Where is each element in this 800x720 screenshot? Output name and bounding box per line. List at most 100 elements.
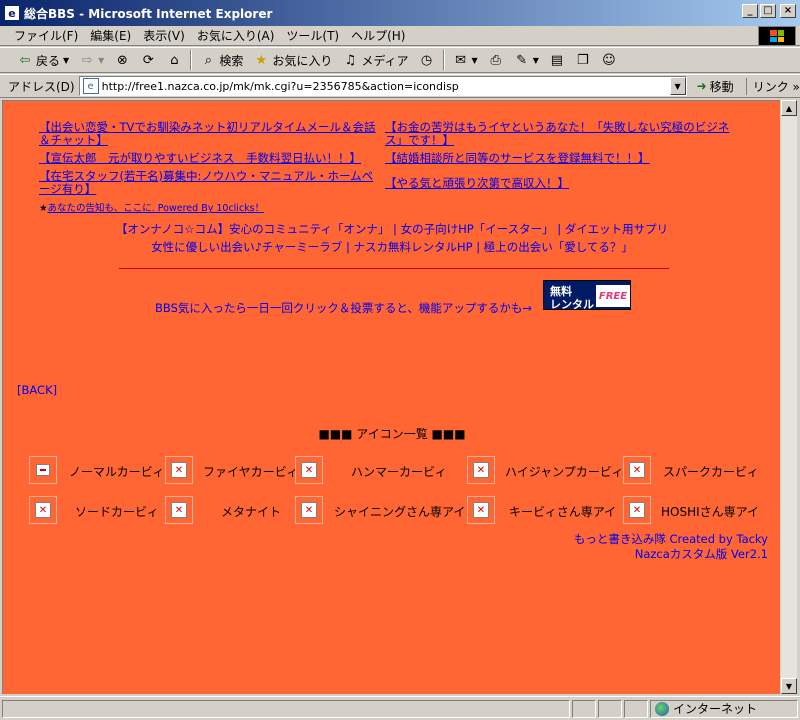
toolbar: ⇦ 戻る ▼ ⇨ ▼ ⊗ ⟳ ⌂ ⌕ 検索 ★ お気に入り ♫ メディア ◷ ✉…: [0, 47, 800, 73]
messenger-button[interactable]: ☺: [596, 49, 622, 71]
promo-line-2[interactable]: 女性に優しい出会い♪チャーミーラブ | ナスカ無料レンタルHP | 極上の出会い…: [3, 240, 780, 254]
stop-button[interactable]: ⊗: [109, 49, 135, 71]
favorites-button[interactable]: ★ お気に入り: [248, 49, 337, 71]
broken-image-icon: ✕: [473, 502, 489, 518]
ad-right-3-text[interactable]: 【やる気と頑張り次第で高収入！】: [385, 176, 569, 190]
credit-block: もっと書き込み隊 Created by Tacky Nazcaカスタム版 Ver…: [574, 532, 768, 562]
zone-pane: インターネット: [650, 699, 798, 718]
links-button[interactable]: リンク »: [745, 77, 800, 95]
close-button[interactable]: ×: [780, 4, 796, 18]
print-icon: ⎙: [490, 52, 501, 68]
credit-line-2[interactable]: Nazcaカスタム版 Ver2.1: [574, 547, 768, 562]
ad-right-2-text[interactable]: 【結婚相談所と同等のサービスを登録無料で！！】: [385, 151, 650, 165]
menu-favorites[interactable]: お気に入り(A): [191, 27, 281, 44]
refresh-button[interactable]: ⟳: [135, 49, 161, 71]
bbs-vote-text[interactable]: BBS気に入ったら一日一回クリック＆投票すると、機能アップするかも→: [155, 300, 532, 316]
scroll-down-icon[interactable]: ▼: [781, 678, 797, 694]
icon-image-fire: ✕: [165, 456, 193, 484]
ad-right-3[interactable]: 【やる気と頑張り次第で高収入！】: [385, 177, 730, 190]
status-text-pane: [2, 699, 570, 718]
icon-label: ハンマーカービィ: [351, 465, 447, 479]
ad-left-3[interactable]: 【在宅スタッフ(若干名)募集中:ノウハウ・マニュアル・ホームページ有り】: [39, 170, 384, 196]
address-input[interactable]: e http://free1.nazca.co.jp/mk/mk.cgi?u=2…: [78, 76, 687, 96]
home-icon: ⌂: [170, 52, 179, 68]
media-button[interactable]: ♫ メディア: [337, 49, 413, 71]
home-button[interactable]: ⌂: [161, 49, 187, 71]
back-button[interactable]: ⇦ 戻る ▼: [12, 49, 74, 71]
vertical-scrollbar[interactable]: ▲ ▼: [780, 100, 797, 694]
go-arrow-icon: ➜: [696, 79, 707, 93]
go-button[interactable]: ➜ 移動: [697, 78, 734, 95]
research-icon: ❐: [577, 52, 589, 68]
minimize-button[interactable]: _: [742, 4, 758, 18]
edit-icon: ✎: [516, 52, 528, 68]
ad-left-2[interactable]: 【宣伝太郎 元が取りやすいビジネス 手数料翌日払い！！】: [39, 152, 384, 165]
media-icon: ♫: [344, 52, 357, 68]
status-pane: [598, 699, 622, 718]
menu-file[interactable]: ファイル(F): [8, 27, 84, 44]
broken-image-icon: ✕: [171, 502, 187, 518]
icon-image-sword: ✕: [29, 496, 57, 524]
ad-right-2[interactable]: 【結婚相談所と同等のサービスを登録無料で！！】: [385, 152, 730, 165]
ad-left-3-text[interactable]: 【在宅スタッフ(若干名)募集中:ノウハウ・マニュアル・ホームページ有り】: [39, 169, 373, 196]
ad-left-1-text[interactable]: 【出会い恋愛・TVでお馴染みネット初リアルタイムメール＆会話＆チャット】: [39, 120, 376, 147]
menu-tools[interactable]: ツール(T): [280, 27, 345, 44]
windows-logo-icon: [758, 26, 796, 46]
maximize-button[interactable]: □: [760, 4, 776, 18]
page-icon: e: [82, 78, 99, 94]
icon-image-hoshi: ✕: [623, 496, 651, 524]
status-bar: インターネット: [0, 696, 800, 720]
broken-image-icon: ✕: [301, 462, 317, 478]
icon-image-normal: [29, 456, 57, 484]
mail-button[interactable]: ✉ ▼: [448, 49, 483, 71]
ad-left-2-text[interactable]: 【宣伝太郎 元が取りやすいビジネス 手数料翌日払い！！】: [39, 151, 361, 165]
back-link[interactable]: [BACK]: [17, 383, 57, 397]
mail-dropdown-icon: ▼: [471, 55, 478, 65]
toolbar-divider: [442, 50, 445, 70]
go-label: 移動: [709, 79, 734, 94]
icon-image-highjump: ✕: [467, 456, 495, 484]
divider-line: [119, 268, 669, 269]
search-button[interactable]: ⌕ 検索: [195, 49, 248, 71]
broken-image-icon: ✕: [629, 502, 645, 518]
menu-edit[interactable]: 編集(E): [84, 27, 137, 44]
address-dropdown-icon[interactable]: ▼: [669, 77, 686, 95]
broken-image-icon: ✕: [473, 462, 489, 478]
menu-view[interactable]: 表示(V): [137, 27, 191, 44]
menu-help[interactable]: ヘルプ(H): [345, 27, 411, 44]
forward-button[interactable]: ⇨ ▼: [74, 49, 109, 71]
icon-label: スパークカービィ: [663, 465, 759, 479]
edit-dropdown-icon: ▼: [532, 55, 539, 65]
refresh-icon: ⟳: [142, 52, 154, 68]
credit-line-1[interactable]: もっと書き込み隊 Created by Tacky: [574, 532, 768, 547]
address-bar: アドレス(D) e http://free1.nazca.co.jp/mk/mk…: [0, 74, 800, 98]
ad-right-1-text[interactable]: 【お金の苦労はもうイヤというあなた！「失敗しない究極のビジネス」です！】: [385, 120, 729, 147]
discuss-button[interactable]: ▤: [544, 49, 570, 71]
broken-image-icon: ✕: [35, 502, 51, 518]
links-label: リンク: [752, 79, 789, 94]
research-button[interactable]: ❐: [570, 49, 596, 71]
broken-image-icon: ✕: [629, 462, 645, 478]
icon-label: ファイヤカービィ: [203, 465, 299, 479]
icon-image-kirby-san: ✕: [467, 496, 495, 524]
messenger-icon: ☺: [602, 52, 616, 68]
free-rental-banner[interactable]: 無料 レンタル FREE: [543, 280, 631, 311]
edit-button[interactable]: ✎ ▼: [509, 49, 544, 71]
icon-list-heading: ■■■ アイコン一覧 ■■■: [318, 427, 466, 441]
ie-icon: e: [4, 5, 20, 21]
address-label: アドレス(D): [8, 79, 75, 94]
promo-line-1[interactable]: 【オンナノコ☆コム】安心のコミュニティ「オンナ」 | 女の子向けHP「イースター…: [3, 222, 780, 236]
icon-label: メタナイト: [221, 505, 282, 519]
search-icon: ⌕: [204, 52, 212, 68]
media-label: メディア: [361, 53, 409, 68]
history-button[interactable]: ◷: [414, 49, 440, 71]
stop-icon: ⊗: [116, 52, 128, 68]
print-button[interactable]: ⎙: [483, 49, 509, 71]
broken-image-icon: ✕: [301, 502, 317, 518]
rental-banner-line2: レンタル: [550, 298, 594, 311]
ad-notice-link[interactable]: あなたの告知も、ここに. Powered By 10clicks！: [48, 203, 265, 214]
ad-right-1[interactable]: 【お金の苦労はもうイヤというあなた！「失敗しない究極のビジネス」です！】: [385, 121, 730, 147]
back-arrow-icon: ⇦: [19, 52, 31, 68]
scroll-up-icon[interactable]: ▲: [781, 100, 797, 116]
ad-left-1[interactable]: 【出会い恋愛・TVでお馴染みネット初リアルタイムメール＆会話＆チャット】: [39, 121, 384, 147]
